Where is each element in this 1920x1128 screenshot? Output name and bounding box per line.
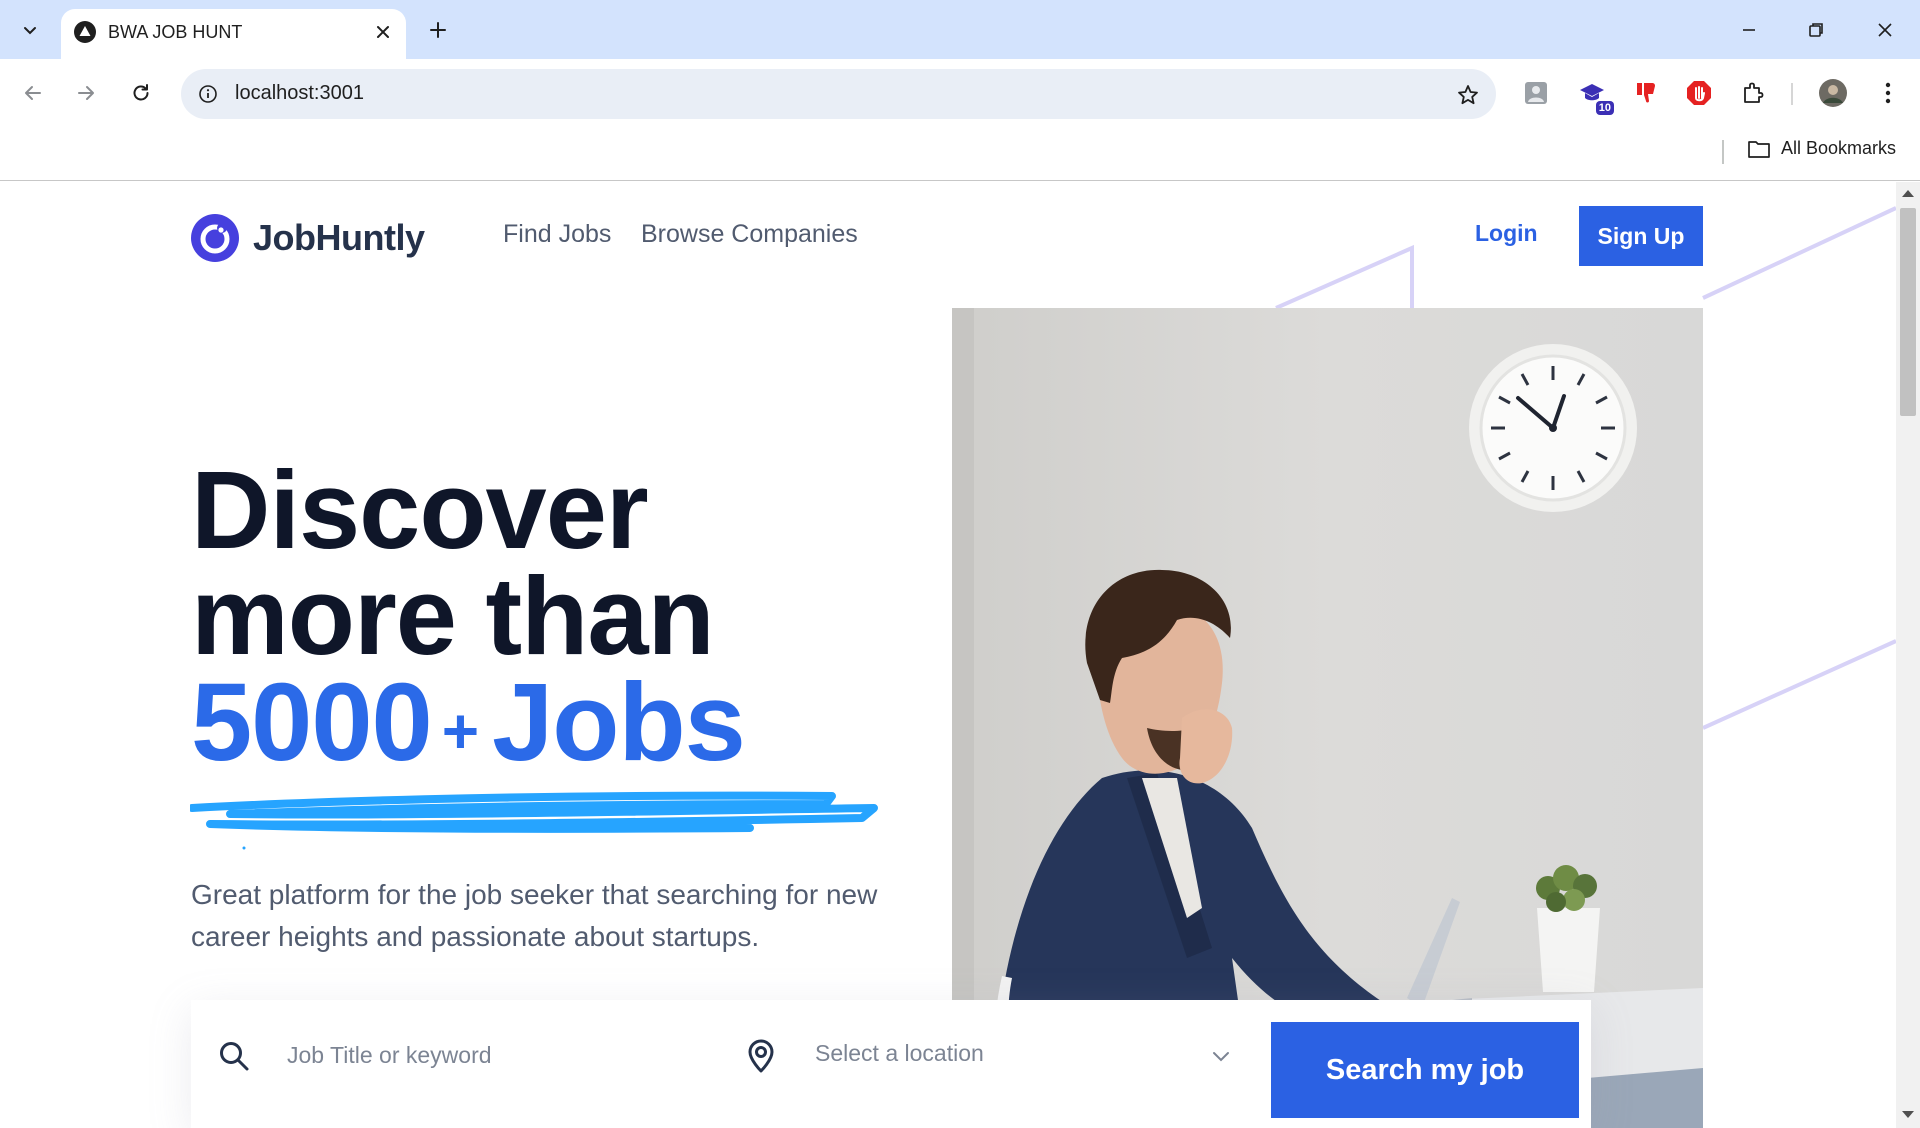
minimize-button[interactable] (1724, 8, 1774, 52)
location-pin-icon (743, 1038, 779, 1074)
headline-line-1: Discover (191, 449, 649, 572)
site-info-icon[interactable] (195, 81, 221, 107)
nav-browse-companies[interactable]: Browse Companies (641, 220, 858, 249)
back-button[interactable] (13, 73, 53, 113)
app-favicon-icon (73, 20, 97, 44)
headline-number: 5000 (191, 661, 433, 784)
job-search-panel: Select a location Search my job (191, 1000, 1591, 1128)
all-bookmarks-label: All Bookmarks (1781, 138, 1897, 158)
headline-accent: 5000 + Jobs (191, 668, 746, 784)
reload-button[interactable] (121, 73, 161, 113)
close-tab-icon[interactable] (370, 19, 396, 45)
chevron-down-icon[interactable] (1209, 1044, 1233, 1068)
folder-icon (1748, 140, 1770, 158)
minimize-icon (1743, 29, 1755, 31)
extension-badge: 10 (1595, 101, 1614, 115)
scroll-up-arrow-icon[interactable] (1902, 190, 1914, 197)
logo-icon (191, 214, 239, 262)
bookmarks-bar: All Bookmarks (0, 130, 1920, 181)
wall-clock (1469, 344, 1637, 512)
chevron-down-icon (24, 27, 36, 35)
tab-title: BWA JOB HUNT (108, 22, 243, 42)
profile-avatar[interactable] (1817, 77, 1849, 109)
bookmark-star-icon[interactable] (1454, 81, 1482, 109)
all-bookmarks-button[interactable]: All Bookmarks (1747, 138, 1896, 159)
search-my-job-button[interactable]: Search my job (1271, 1022, 1579, 1118)
headline-jobs: Jobs (492, 661, 746, 784)
scroll-down-arrow-icon[interactable] (1902, 1111, 1914, 1118)
extension-thumbs-down-icon[interactable] (1630, 77, 1662, 109)
logo-text: JobHuntly (253, 217, 425, 258)
hero-headline: Discover more than 5000 + Jobs (191, 449, 746, 784)
potted-plant (1536, 865, 1600, 992)
nav-find-jobs[interactable]: Find Jobs (503, 220, 611, 249)
close-icon (1878, 23, 1892, 37)
job-keyword-input[interactable] (287, 1030, 687, 1080)
browser-tab-bar: BWA JOB HUNT (0, 0, 1920, 59)
restore-icon (1809, 23, 1823, 37)
new-tab-button[interactable] (420, 12, 456, 48)
hero-subtext: Great platform for the job seeker that s… (191, 879, 878, 952)
extension-profile-card-icon[interactable] (1520, 77, 1552, 109)
site-logo[interactable]: JobHuntly (191, 214, 425, 262)
brush-underline-decoration (190, 791, 878, 850)
forward-button[interactable] (66, 73, 106, 113)
search-icon (216, 1038, 252, 1074)
login-link[interactable]: Login (1475, 220, 1538, 247)
browser-menu-icon[interactable] (1872, 77, 1904, 109)
headline-line-2: more than (191, 555, 715, 678)
bookmarks-divider (1722, 140, 1724, 164)
browser-tab[interactable]: BWA JOB HUNT (61, 9, 406, 59)
arrow-right-icon (78, 86, 94, 100)
page-scrollbar[interactable] (1896, 182, 1920, 1128)
address-bar[interactable]: localhost:3001 (181, 69, 1496, 119)
extensions-puzzle-icon[interactable] (1737, 77, 1769, 109)
extension-stop-hand-icon[interactable] (1683, 77, 1715, 109)
headline-plus: + (441, 694, 479, 767)
reload-icon (133, 84, 149, 101)
address-url: localhost:3001 (235, 82, 364, 104)
restore-button[interactable] (1791, 8, 1841, 52)
arrow-left-icon (25, 86, 41, 100)
plus-icon (430, 22, 446, 38)
tab-search-button[interactable] (10, 12, 50, 48)
location-select[interactable]: Select a location (815, 1040, 984, 1067)
close-window-button[interactable] (1860, 8, 1910, 52)
toolbar-divider (1791, 83, 1793, 105)
signup-button[interactable]: Sign Up (1579, 206, 1703, 266)
browser-toolbar: localhost:3001 10 (0, 59, 1920, 130)
scroll-thumb[interactable] (1900, 208, 1916, 416)
extension-graduation-cap-icon[interactable]: 10 (1576, 77, 1614, 115)
page-viewport: JobHuntly Find Jobs Browse Companies Log… (0, 182, 1896, 1128)
